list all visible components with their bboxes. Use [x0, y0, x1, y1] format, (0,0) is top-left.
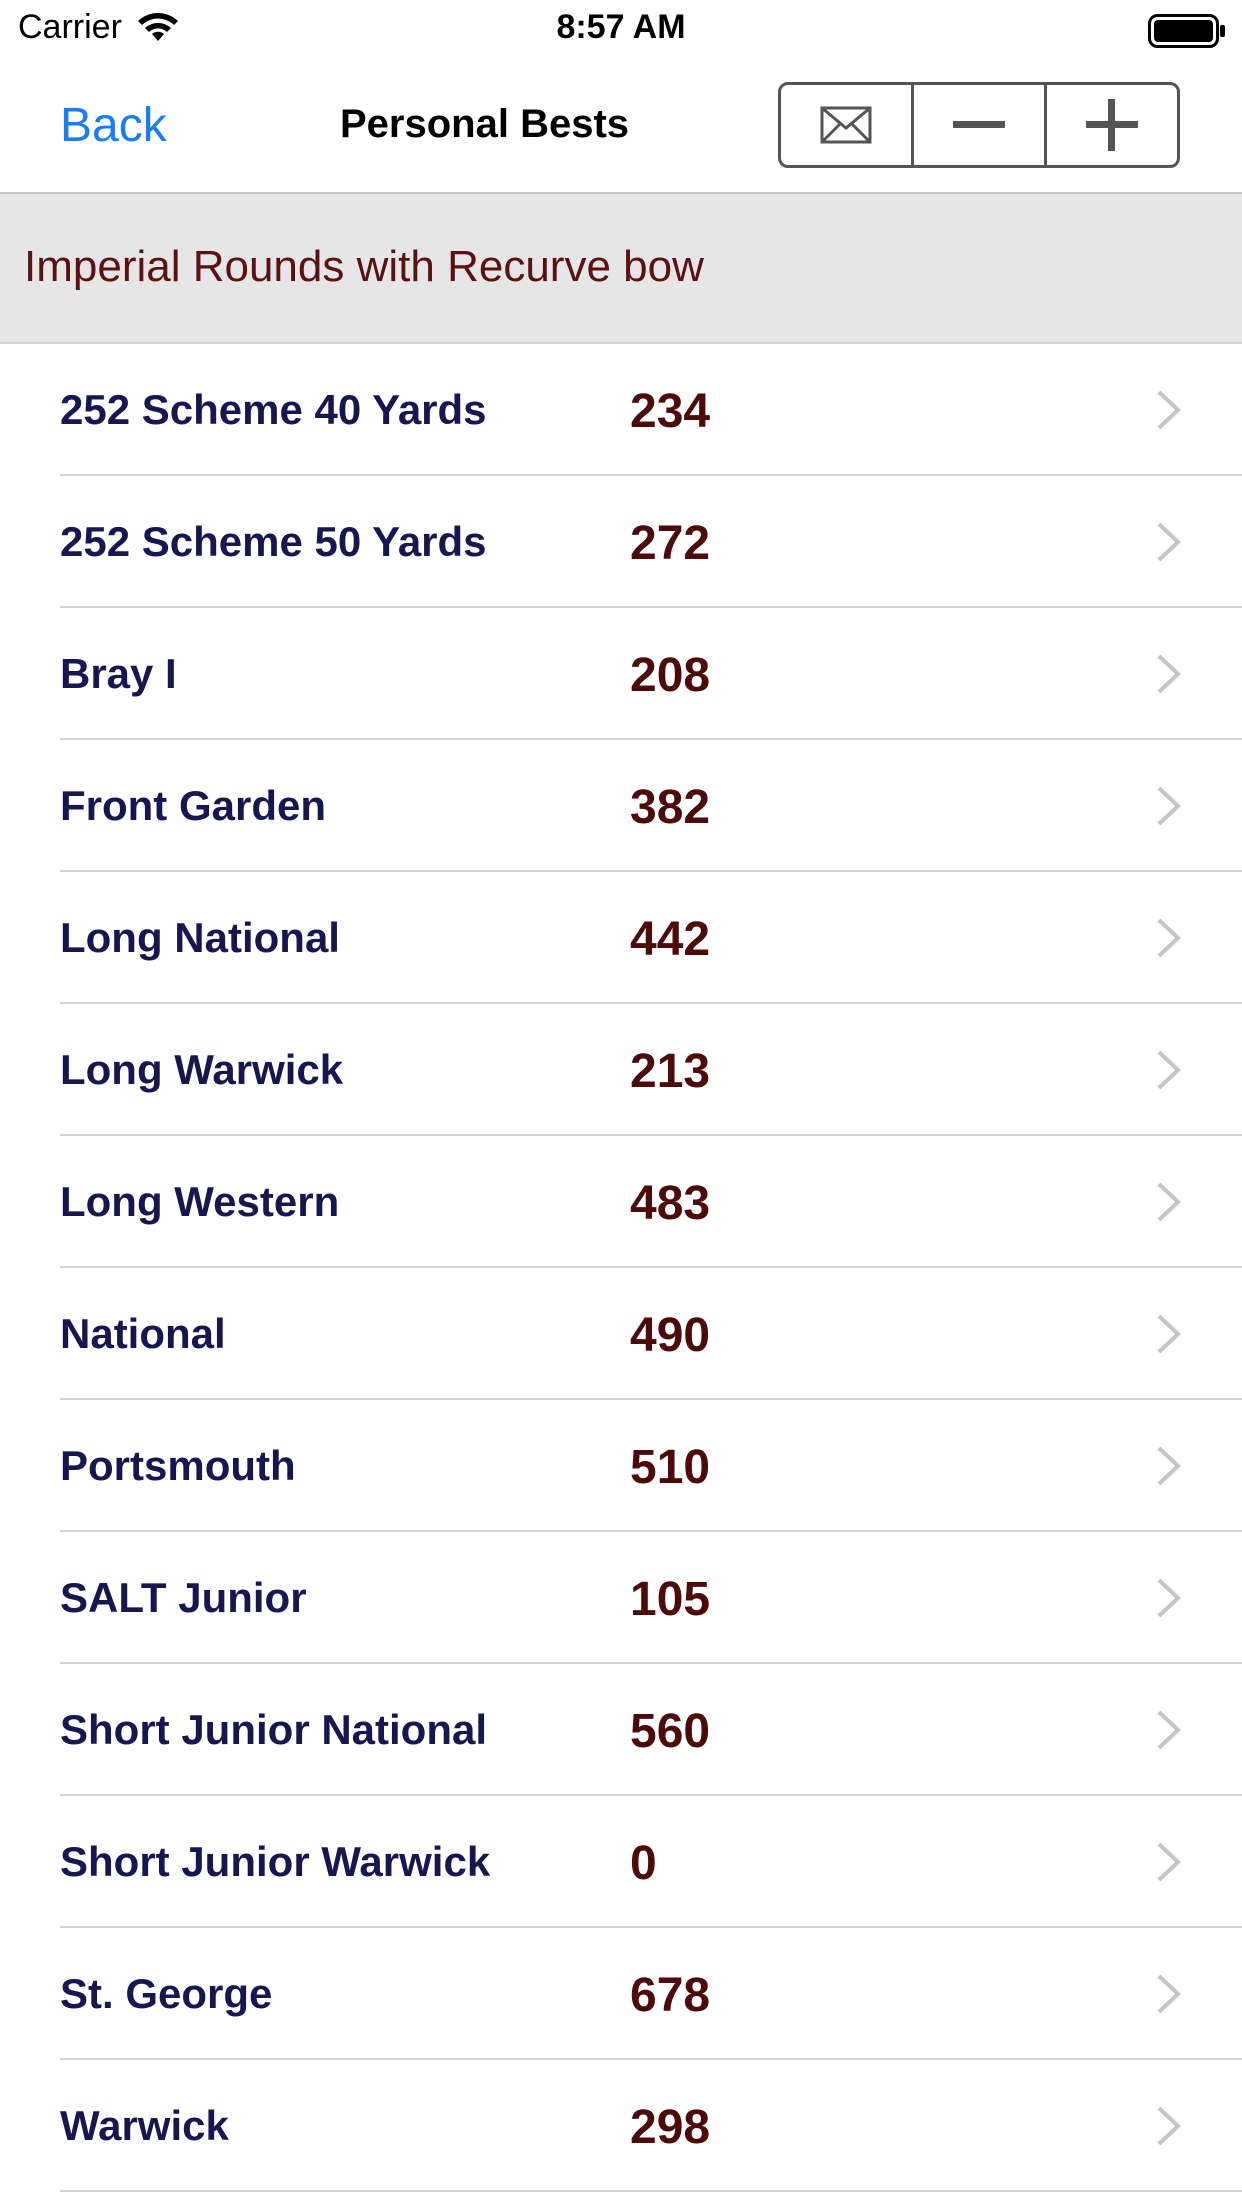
navigation-bar: Back Personal Bests	[0, 60, 1242, 194]
section-header: Imperial Rounds with Recurve bow	[0, 194, 1242, 344]
section-title: Imperial Rounds with Recurve bow	[24, 242, 704, 291]
round-name: Bray I	[60, 650, 177, 697]
round-name: 252 Scheme 50 Yards	[60, 518, 487, 565]
chevron-right-icon	[1157, 1974, 1181, 2014]
round-score: 213	[630, 1045, 711, 1098]
list-item[interactable]: Short Junior Warwick 0	[0, 1796, 1242, 1928]
chevron-right-icon	[1157, 1842, 1181, 1882]
round-score: 234	[630, 385, 711, 438]
round-name: St. George	[60, 1970, 273, 2017]
minus-icon	[953, 121, 1005, 128]
action-segmented-control	[778, 82, 1180, 168]
chevron-right-icon	[1157, 1182, 1181, 1222]
round-name: National	[60, 1310, 226, 1357]
round-name: Warwick	[60, 2102, 229, 2149]
chevron-right-icon	[1157, 1314, 1181, 1354]
chevron-right-icon	[1157, 1710, 1181, 1750]
round-score: 510	[630, 1441, 711, 1494]
list-item[interactable]: Short Junior National 560	[0, 1664, 1242, 1796]
round-score: 490	[630, 1309, 711, 1362]
round-score: 208	[630, 649, 711, 702]
chevron-right-icon	[1157, 1578, 1181, 1618]
round-score: 560	[630, 1705, 711, 1758]
list-item[interactable]: Bray I 208	[0, 608, 1242, 740]
chevron-right-icon	[1157, 786, 1181, 826]
round-name: Long Warwick	[60, 1046, 344, 1093]
round-name: SALT Junior	[60, 1574, 307, 1621]
round-score: 272	[630, 517, 711, 570]
list-item[interactable]: Warwick 298	[0, 2060, 1242, 2192]
list-item[interactable]: St. George 678	[0, 1928, 1242, 2060]
remove-button[interactable]	[914, 85, 1047, 165]
chevron-right-icon	[1157, 390, 1181, 430]
chevron-right-icon	[1157, 1050, 1181, 1090]
round-score: 442	[630, 913, 711, 966]
list-item[interactable]: National 490	[0, 1268, 1242, 1400]
chevron-right-icon	[1157, 2106, 1181, 2146]
add-button[interactable]	[1047, 85, 1177, 165]
round-score: 298	[630, 2101, 711, 2154]
list-item[interactable]: 252 Scheme 40 Yards 234	[0, 344, 1242, 476]
round-score: 0	[630, 1837, 657, 1890]
list-item[interactable]: Long Western 483	[0, 1136, 1242, 1268]
list-item[interactable]: SALT Junior 105	[0, 1532, 1242, 1664]
round-score: 678	[630, 1969, 711, 2022]
chevron-right-icon	[1157, 654, 1181, 694]
round-score: 105	[630, 1573, 711, 1626]
chevron-right-icon	[1157, 1446, 1181, 1486]
email-button[interactable]	[781, 85, 914, 165]
list-item[interactable]: Long Warwick 213	[0, 1004, 1242, 1136]
list-item[interactable]: Long National 442	[0, 872, 1242, 1004]
round-name: Front Garden	[60, 782, 327, 829]
round-name: Long Western	[60, 1178, 340, 1225]
round-name: Long National	[60, 914, 340, 961]
status-bar: Carrier 8:57 AM	[0, 0, 1242, 60]
battery-icon	[1148, 14, 1225, 48]
page-title: Personal Bests	[340, 102, 630, 146]
back-button[interactable]: Back	[60, 98, 167, 153]
plus-icon	[1086, 99, 1138, 151]
mail-icon	[820, 106, 872, 144]
list-item[interactable]: Front Garden 382	[0, 740, 1242, 872]
chevron-right-icon	[1157, 918, 1181, 958]
round-score: 483	[630, 1177, 711, 1230]
chevron-right-icon	[1157, 522, 1181, 562]
round-name: Portsmouth	[60, 1442, 296, 1489]
personal-bests-list: 252 Scheme 40 Yards 234 252 Scheme 50 Ya…	[0, 344, 1242, 2192]
round-name: 252 Scheme 40 Yards	[60, 386, 487, 433]
round-name: Short Junior National	[60, 1706, 488, 1753]
round-name: Short Junior Warwick	[60, 1838, 491, 1885]
list-item[interactable]: 252 Scheme 50 Yards 272	[0, 476, 1242, 608]
round-score: 382	[630, 781, 711, 834]
list-item[interactable]: Portsmouth 510	[0, 1400, 1242, 1532]
clock: 8:57 AM	[556, 8, 686, 46]
